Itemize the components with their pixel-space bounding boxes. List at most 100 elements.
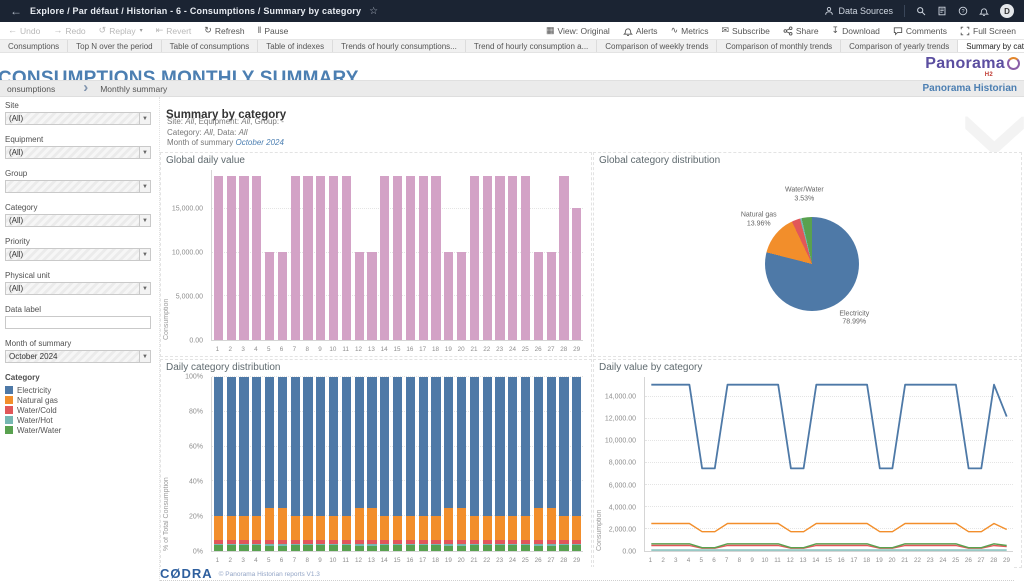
bar-day-27[interactable] <box>547 252 556 340</box>
comments-button[interactable]: Comments <box>893 26 947 36</box>
stack-day-7-segment-water-water[interactable] <box>291 545 300 551</box>
stack-day-4-segment-natural-gas[interactable] <box>252 516 261 539</box>
bar-day-24[interactable] <box>508 176 517 340</box>
replay-button[interactable]: ↺Replay▾ <box>99 26 143 36</box>
bar-day-4[interactable] <box>252 176 261 340</box>
stack-day-21-segment-natural-gas[interactable] <box>470 516 479 539</box>
stack-day-3-segment-electricity[interactable] <box>239 377 248 516</box>
stack-day-25-segment-electricity[interactable] <box>521 377 530 516</box>
stack-day-17[interactable] <box>419 377 428 551</box>
stack-day-27-segment-natural-gas[interactable] <box>547 508 556 541</box>
stack-day-14-segment-natural-gas[interactable] <box>380 516 389 539</box>
bar-day-1[interactable] <box>214 176 223 340</box>
stack-day-22-segment-water-water[interactable] <box>483 545 492 551</box>
stack-day-4-segment-electricity[interactable] <box>252 377 261 516</box>
stack-day-26[interactable] <box>534 377 543 551</box>
back-arrow-icon[interactable]: ← <box>10 4 22 18</box>
stack-day-2-segment-natural-gas[interactable] <box>227 516 236 539</box>
bar-day-17[interactable] <box>419 176 428 340</box>
document-icon[interactable] <box>937 6 947 16</box>
stack-day-12-segment-water-water[interactable] <box>355 546 364 551</box>
stack-day-9-segment-natural-gas[interactable] <box>316 516 325 539</box>
filter-dropdown-group[interactable]: ▼ <box>5 180 151 193</box>
stack-day-14[interactable] <box>380 377 389 551</box>
stack-day-16[interactable] <box>406 377 415 551</box>
stack-day-12-segment-natural-gas[interactable] <box>355 508 364 541</box>
bar-day-12[interactable] <box>355 252 364 340</box>
stack-day-26-segment-water-water[interactable] <box>534 546 543 551</box>
stack-day-20-segment-natural-gas[interactable] <box>457 508 466 541</box>
stack-day-26-segment-natural-gas[interactable] <box>534 508 543 541</box>
bar-day-8[interactable] <box>303 176 312 340</box>
stack-day-24-segment-natural-gas[interactable] <box>508 516 517 539</box>
legend-item-water-water[interactable]: Water/Water <box>5 425 151 435</box>
stack-day-20[interactable] <box>457 377 466 551</box>
stack-day-25[interactable] <box>521 377 530 551</box>
stack-day-14-segment-electricity[interactable] <box>380 377 389 516</box>
bar-day-9[interactable] <box>316 176 325 340</box>
nav-step-monthly-summary[interactable]: Monthly summary <box>100 84 167 94</box>
stack-day-22-segment-natural-gas[interactable] <box>483 516 492 539</box>
pause-button[interactable]: ‖Pause <box>258 26 289 36</box>
stack-day-13-segment-water-water[interactable] <box>367 546 376 551</box>
undo-button[interactable]: ←Undo <box>8 26 40 36</box>
tab-trend-of-hourly-consumption-a[interactable]: Trend of hourly consumption a... <box>466 40 597 52</box>
stack-day-25-segment-water-water[interactable] <box>521 545 530 551</box>
stack-day-1-segment-water-water[interactable] <box>214 545 223 551</box>
filter-dropdown-site[interactable]: (All)▼ <box>5 112 151 125</box>
tab-top-n-over-the-period[interactable]: Top N over the period <box>68 40 162 52</box>
bar-day-3[interactable] <box>239 176 248 340</box>
bar-day-14[interactable] <box>380 176 389 340</box>
stack-day-6-segment-natural-gas[interactable] <box>278 508 287 541</box>
bar-day-11[interactable] <box>342 176 351 340</box>
stack-day-24-segment-water-water[interactable] <box>508 545 517 551</box>
stack-day-23[interactable] <box>495 377 504 551</box>
user-avatar[interactable]: D <box>1000 4 1014 18</box>
stack-day-11-segment-water-water[interactable] <box>342 545 351 551</box>
filter-dropdown-month-of-summary[interactable]: October 2024▼ <box>5 350 151 363</box>
stack-day-8-segment-electricity[interactable] <box>303 377 312 516</box>
stack-day-27-segment-water-water[interactable] <box>547 546 556 551</box>
tab-table-of-consumptions[interactable]: Table of consumptions <box>162 40 259 52</box>
stack-day-19-segment-electricity[interactable] <box>444 377 453 508</box>
pie-global-category-distribution[interactable] <box>765 217 859 311</box>
stack-day-17-segment-natural-gas[interactable] <box>419 516 428 539</box>
stack-day-29-segment-electricity[interactable] <box>572 377 581 516</box>
stack-day-29-segment-natural-gas[interactable] <box>572 516 581 540</box>
stack-day-10-segment-electricity[interactable] <box>329 377 338 516</box>
alerts-button[interactable]: Alerts <box>623 26 658 36</box>
legend-item-water-cold[interactable]: Water/Cold <box>5 405 151 415</box>
filter-dropdown-priority[interactable]: (All)▼ <box>5 248 151 261</box>
bar-day-13[interactable] <box>367 252 376 340</box>
favorite-star-icon[interactable]: ☆ <box>369 6 378 17</box>
stack-day-4[interactable] <box>252 377 261 551</box>
stack-day-21[interactable] <box>470 377 479 551</box>
stack-day-23-segment-water-water[interactable] <box>495 545 504 551</box>
stack-day-18[interactable] <box>431 377 440 551</box>
stack-day-19-segment-water-water[interactable] <box>444 546 453 551</box>
stack-day-6-segment-water-water[interactable] <box>278 546 287 551</box>
stack-day-10-segment-water-water[interactable] <box>329 545 338 551</box>
bar-day-29[interactable] <box>572 208 581 340</box>
bar-day-10[interactable] <box>329 176 338 340</box>
stack-day-19-segment-natural-gas[interactable] <box>444 508 453 541</box>
stack-day-18-segment-electricity[interactable] <box>431 377 440 516</box>
legend-item-natural-gas[interactable]: Natural gas <box>5 395 151 405</box>
stack-day-22-segment-electricity[interactable] <box>483 377 492 516</box>
stack-day-15-segment-natural-gas[interactable] <box>393 516 402 539</box>
stack-day-9[interactable] <box>316 377 325 551</box>
stack-day-28-segment-natural-gas[interactable] <box>559 516 568 539</box>
stack-day-24-segment-electricity[interactable] <box>508 377 517 516</box>
legend-item-electricity[interactable]: Electricity <box>5 385 151 395</box>
stack-day-20-segment-water-water[interactable] <box>457 546 466 551</box>
stack-day-6[interactable] <box>278 377 287 551</box>
stack-day-2-segment-water-water[interactable] <box>227 545 236 551</box>
bar-day-25[interactable] <box>521 176 530 340</box>
view-original-button[interactable]: ▦View: Original <box>546 26 610 36</box>
stack-day-2-segment-electricity[interactable] <box>227 377 236 516</box>
tab-summary-by-category[interactable]: Summary by category <box>958 40 1024 52</box>
stack-day-3-segment-natural-gas[interactable] <box>239 516 248 539</box>
stack-day-7-segment-natural-gas[interactable] <box>291 516 300 539</box>
stack-day-28-segment-water-water[interactable] <box>559 545 568 551</box>
stack-day-27[interactable] <box>547 377 556 551</box>
